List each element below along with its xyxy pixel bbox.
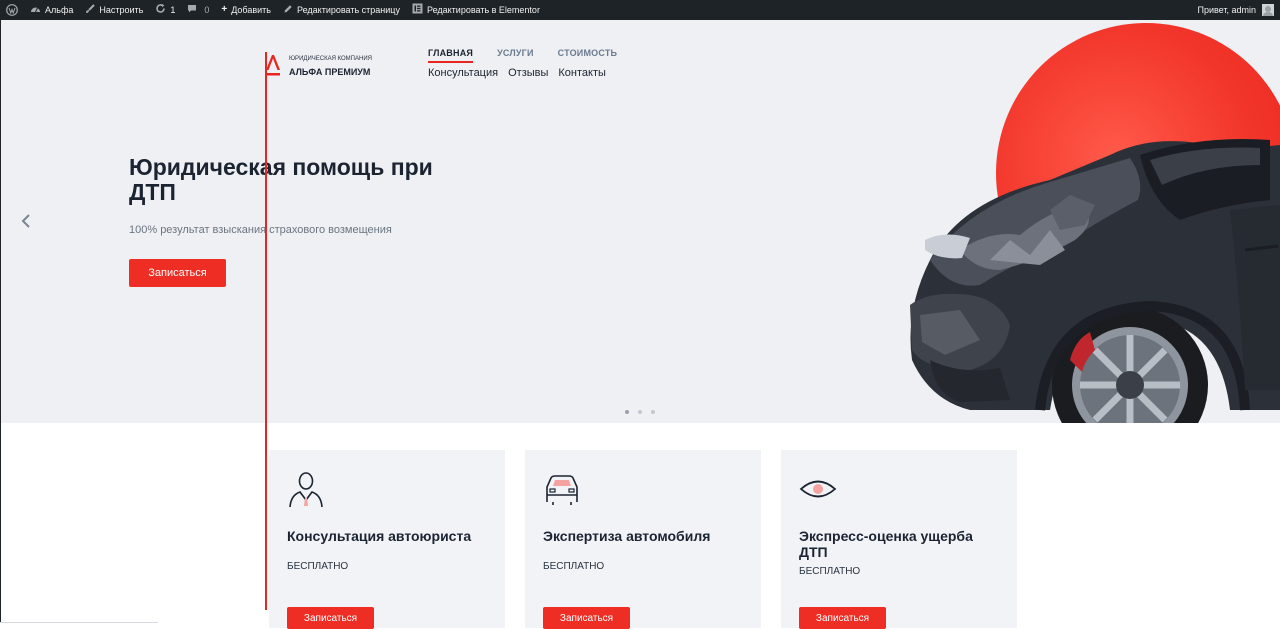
- comments-count: 0: [204, 5, 210, 15]
- slider-prev-arrow[interactable]: [20, 213, 32, 229]
- nav-item-contacts[interactable]: Контакты: [558, 67, 606, 79]
- site-name-label: Альфа: [45, 5, 74, 15]
- main-navigation: ГЛАВНАЯ УСЛУГИ СТОИМОСТЬ Консультация От…: [428, 48, 617, 79]
- greeting-label: Привет, admin: [1197, 5, 1256, 15]
- card-signup-button[interactable]: Записаться: [799, 607, 886, 629]
- chevron-left-icon: [21, 214, 30, 228]
- car-icon: [546, 475, 578, 505]
- card-price: БЕСПЛАТНО: [287, 561, 349, 572]
- lawyer-person-icon: [289, 472, 323, 508]
- add-new-menu[interactable]: + Добавить: [215, 0, 277, 20]
- slider-dot[interactable]: [638, 410, 642, 414]
- card-signup-button[interactable]: Записаться: [543, 607, 630, 629]
- slider-dot[interactable]: [651, 410, 655, 414]
- brush-icon: [85, 3, 96, 17]
- customize-menu[interactable]: Настроить: [79, 0, 149, 20]
- bottom-edge-panel: [0, 622, 158, 628]
- plus-icon: +: [221, 4, 228, 15]
- edit-page-menu[interactable]: Редактировать страницу: [277, 0, 406, 20]
- nav-item-home[interactable]: ГЛАВНАЯ: [428, 48, 474, 63]
- logo-subtitle: ЮРИДИЧЕСКАЯ КОМПАНИЯ: [289, 56, 372, 62]
- refresh-icon: [155, 3, 166, 17]
- avatar: [1262, 4, 1274, 16]
- updates-count: 1: [170, 5, 176, 15]
- edit-elementor-label: Редактировать в Elementor: [426, 5, 540, 15]
- eye-icon: [799, 480, 837, 498]
- card-signup-button[interactable]: Записаться: [287, 607, 374, 629]
- hero-signup-button[interactable]: Записаться: [129, 259, 226, 287]
- my-account-menu[interactable]: Привет, admin: [1197, 0, 1274, 20]
- comment-icon: [187, 4, 197, 17]
- service-card-consultation: Консультация автоюриста БЕСПЛАТНО Записа…: [269, 450, 505, 629]
- site-name-menu[interactable]: Альфа: [24, 0, 79, 20]
- slider-dot[interactable]: [625, 410, 629, 414]
- card-title: Экспресс-оценка ущерба ДТП: [799, 528, 973, 560]
- alfa-logo-icon: [266, 55, 280, 76]
- customize-label: Настроить: [99, 5, 144, 15]
- nav-item-services[interactable]: УСЛУГИ: [497, 48, 534, 63]
- decorative-red-line: [265, 52, 267, 610]
- hero-slider: ЮРИДИЧЕСКАЯ КОМПАНИЯ АЛЬФА ПРЕМИУМ ГЛАВН…: [0, 20, 1280, 423]
- slider-pagination: [625, 410, 655, 414]
- hero-title: Юридическая помощь при ДТП: [129, 154, 433, 205]
- add-new-label: Добавить: [231, 5, 271, 15]
- nav-item-pricing[interactable]: СТОИМОСТЬ: [558, 48, 618, 63]
- elementor-icon: [412, 3, 423, 17]
- logo-name: АЛЬФА ПРЕМИУМ: [289, 67, 371, 77]
- dashboard-icon: [30, 4, 41, 17]
- edit-page-label: Редактировать страницу: [297, 5, 400, 15]
- service-card-inspection: Экспертиза автомобиля БЕСПЛАТНО Записать…: [525, 450, 761, 629]
- hero-subtitle: 100% результат взыскания страхового возм…: [129, 224, 392, 236]
- wp-admin-bar: Альфа Настроить 1 0 + Добавить Редактиро…: [0, 0, 1280, 20]
- card-title: Экспертиза автомобиля: [543, 528, 711, 544]
- card-title: Консультация автоюриста: [287, 528, 472, 544]
- page-edge-line: [0, 20, 1, 628]
- nav-item-reviews[interactable]: Отзывы: [508, 67, 548, 79]
- wrecked-car-image: [910, 139, 1280, 423]
- wp-logo-menu[interactable]: [0, 0, 24, 20]
- service-card-damage-assessment: Экспресс-оценка ущерба ДТП БЕСПЛАТНО Зап…: [781, 450, 1017, 629]
- comments-menu[interactable]: 0: [181, 0, 215, 20]
- pencil-icon: [283, 4, 293, 17]
- wordpress-icon: [6, 4, 18, 16]
- nav-item-consultation[interactable]: Консультация: [428, 67, 498, 79]
- card-price: БЕСПЛАТНО: [543, 561, 605, 572]
- site-logo[interactable]: ЮРИДИЧЕСКАЯ КОМПАНИЯ АЛЬФА ПРЕМИУМ: [265, 54, 372, 78]
- card-price: БЕСПЛАТНО: [799, 566, 861, 577]
- edit-elementor-menu[interactable]: Редактировать в Elementor: [406, 0, 546, 20]
- updates-menu[interactable]: 1: [149, 0, 181, 20]
